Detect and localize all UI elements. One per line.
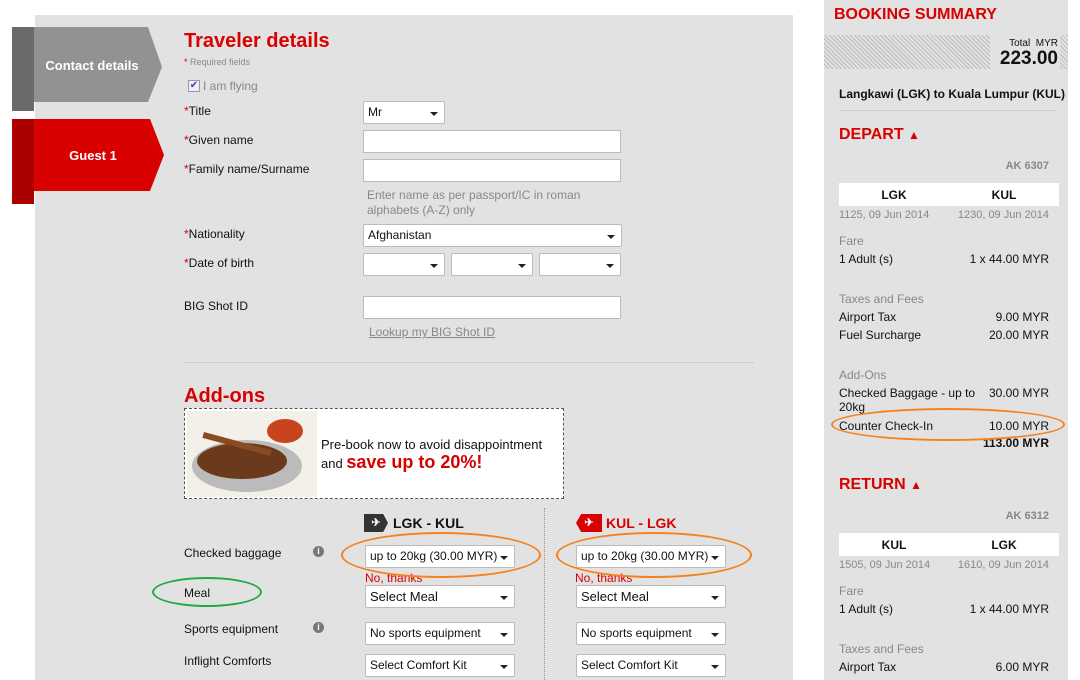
info-icon[interactable]: i [313, 546, 324, 557]
depart-subtotal: 113.00 MYR [982, 436, 1049, 450]
addons-heading: Add-ons [184, 385, 266, 407]
no-thanks-return[interactable]: No, thanks [575, 571, 632, 585]
checked-baggage-label: Checked baggage [184, 546, 282, 560]
bigshot-input[interactable] [363, 296, 621, 319]
given-name-label: *Given name [184, 133, 254, 147]
collapse-up-icon: ▲ [908, 128, 920, 142]
family-name-label: *Family name/Surname [184, 162, 310, 176]
depart-heading[interactable]: DEPART ▲ [839, 126, 920, 144]
divider [839, 110, 1057, 111]
depart-route: LGK KUL [839, 183, 1059, 206]
taxes-label: Taxes and Fees [839, 642, 924, 656]
no-thanks-depart[interactable]: No, thanks [365, 571, 422, 585]
sports-select-return[interactable]: No sports equipment [576, 622, 726, 645]
nationality-select[interactable]: Afghanistan [363, 224, 622, 247]
checkin-label: Counter Check-In [839, 419, 934, 433]
dob-year-select[interactable] [539, 253, 621, 276]
name-hint: Enter name as per passport/IC in roman a… [367, 188, 581, 217]
flight-number: AK 6307 [1005, 160, 1049, 172]
collapse-up-icon: ▲ [910, 478, 923, 492]
addons-label: Add-Ons [839, 368, 887, 382]
summary-title: BOOKING SUMMARY [834, 6, 997, 23]
dob-label: *Date of birth [184, 256, 255, 270]
required-note: * Required fields [184, 57, 251, 67]
fuel-label: Fuel Surcharge [839, 328, 922, 342]
traveler-details-heading: Traveler details [184, 30, 330, 52]
column-divider [544, 508, 545, 680]
banner-text: Pre-book now to avoid disappointment and … [321, 437, 543, 472]
airport-tax-label: Airport Tax [839, 660, 897, 674]
bigshot-label: BIG Shot ID [184, 299, 249, 313]
lookup-bigshot-link[interactable]: Lookup my BIG Shot ID [369, 325, 495, 339]
fare-label: Fare [839, 584, 864, 598]
fare-pax: 1 Adult (s) [839, 602, 894, 616]
tab-guest-1[interactable]: Guest 1 [12, 119, 164, 204]
divider [184, 362, 754, 363]
comfort-select-depart[interactable]: Select Comfort Kit [365, 654, 515, 677]
arr-time: 1230, 09 Jun 2014 [957, 209, 1049, 221]
total-amount: 223.00 [999, 48, 1058, 69]
baggage-select-return[interactable]: up to 20kg (30.00 MYR) [576, 545, 726, 568]
checkin-value: 10.00 MYR [988, 419, 1049, 433]
return-route: KUL LGK [839, 533, 1059, 556]
return-heading[interactable]: RETURN ▲ [839, 476, 922, 494]
column-header-depart: ✈ LGK - KUL [364, 514, 464, 532]
fuel-value: 20.00 MYR [988, 328, 1049, 342]
fare-pax: 1 Adult (s) [839, 252, 894, 266]
baggage-label: Checked Baggage - up to 20kg [839, 386, 976, 414]
promo-banner: Pre-book now to avoid disappointment and … [184, 408, 564, 499]
info-icon[interactable]: i [313, 622, 324, 633]
fare-label: Fare [839, 234, 864, 248]
given-name-input[interactable] [363, 130, 621, 153]
inflight-comforts-label: Inflight Comforts [184, 654, 272, 668]
sports-equipment-label: Sports equipment [184, 622, 279, 636]
flight-number: AK 6312 [1005, 510, 1049, 522]
checkbox-check-icon[interactable]: ✔ [188, 80, 200, 92]
route-title: Langkawi (LGK) to Kuala Lumpur (KUL) [839, 87, 1065, 101]
sports-select-depart[interactable]: No sports equipment [365, 622, 515, 645]
comfort-select-return[interactable]: Select Comfort Kit [576, 654, 726, 677]
dep-time: 1505, 09 Jun 2014 [839, 559, 931, 571]
column-header-return: ✈ KUL - LGK [576, 514, 677, 532]
family-name-input[interactable] [363, 159, 621, 182]
dep-time: 1125, 09 Jun 2014 [839, 209, 930, 221]
plane-depart-icon: ✈ [364, 514, 388, 532]
plane-return-icon: ✈ [576, 514, 602, 532]
title-select[interactable]: Mr [363, 101, 445, 124]
airport-tax-value: 9.00 MYR [995, 310, 1049, 324]
dob-month-select[interactable] [451, 253, 533, 276]
meal-label: Meal [184, 586, 211, 600]
airport-tax-label: Airport Tax [839, 310, 897, 324]
baggage-select-depart[interactable]: up to 20kg (30.00 MYR) [365, 545, 515, 568]
food-image [187, 411, 317, 497]
baggage-value: 30.00 MYR [988, 386, 1049, 400]
fare-value: 1 x 44.00 MYR [969, 252, 1049, 266]
title-label: *Title [184, 104, 211, 118]
taxes-label: Taxes and Fees [839, 292, 924, 306]
arr-time: 1610, 09 Jun 2014 [957, 559, 1049, 571]
i-am-flying-checkbox[interactable]: ✔ I am flying [188, 79, 258, 93]
tab-contact-details[interactable]: Contact details [12, 27, 162, 111]
total-bar: Total MYR 223.00 [824, 35, 1068, 69]
fare-value: 1 x 44.00 MYR [969, 602, 1049, 616]
nationality-label: *Nationality [184, 227, 245, 241]
meal-select-return[interactable]: Select Meal [576, 585, 726, 608]
airport-tax-value: 6.00 MYR [995, 660, 1049, 674]
dob-day-select[interactable] [363, 253, 445, 276]
meal-select-depart[interactable]: Select Meal [365, 585, 515, 608]
